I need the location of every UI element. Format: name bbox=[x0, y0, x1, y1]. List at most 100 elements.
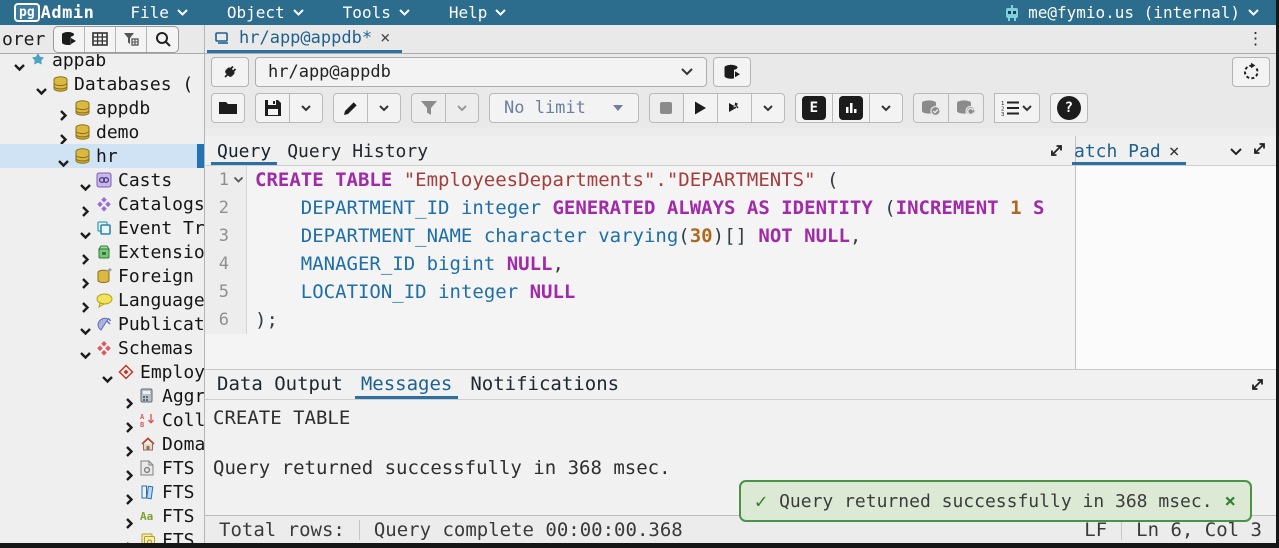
edit-dropdown-button[interactable] bbox=[367, 93, 401, 123]
macros-button[interactable]: 123 bbox=[994, 93, 1040, 123]
fold-gutter bbox=[231, 278, 247, 306]
tree-item-domains[interactable]: Domains bbox=[0, 432, 204, 456]
menu-object-label: Object bbox=[227, 3, 285, 22]
user-menu[interactable]: me@fymio.us (internal) bbox=[1003, 3, 1260, 22]
layout-menu-button[interactable]: ⋮ bbox=[1247, 25, 1264, 53]
query-toolbar: No limit E bbox=[205, 90, 1276, 128]
sql-editor[interactable]: 1CREATE TABLE "EmployeesDepartments"."DE… bbox=[205, 166, 1075, 369]
tab-scratch-pad[interactable]: atch Pad × bbox=[1072, 141, 1186, 165]
tab-query[interactable]: Query bbox=[211, 139, 277, 165]
open-file-button[interactable] bbox=[211, 93, 245, 123]
fold-gutter bbox=[231, 194, 247, 222]
save-button[interactable] bbox=[255, 93, 289, 123]
tree-item-languages[interactable]: Languages bbox=[0, 288, 204, 312]
expand-editor-button[interactable] bbox=[1048, 142, 1065, 159]
tree-item-label: FTS Templates bbox=[162, 530, 205, 544]
stop-icon bbox=[658, 100, 674, 116]
refresh-icon bbox=[1241, 62, 1261, 82]
save-dropdown-button[interactable] bbox=[289, 93, 323, 123]
pgadmin-logo-admin: Admin bbox=[41, 3, 95, 23]
database-rollback-icon bbox=[955, 99, 977, 117]
filter-dropdown-button[interactable] bbox=[445, 93, 479, 123]
explain-button[interactable]: E bbox=[795, 93, 832, 123]
line-number: 4 bbox=[205, 250, 231, 278]
filter-button[interactable] bbox=[116, 27, 147, 52]
tree-item-databases[interactable]: Databases ( bbox=[0, 72, 204, 96]
total-rows-label: Total rows: bbox=[205, 519, 359, 541]
tree-item-label: Aggregates bbox=[162, 386, 205, 407]
tree-item-appab[interactable]: appab bbox=[0, 54, 204, 72]
refresh-button[interactable] bbox=[1232, 57, 1270, 87]
code-text: LOCATION_ID integer NULL bbox=[247, 278, 575, 306]
execute-button[interactable] bbox=[683, 93, 717, 123]
tab-data-output[interactable]: Data Output bbox=[211, 373, 349, 399]
tree-item-appdb[interactable]: appdb bbox=[0, 96, 204, 120]
tree-item-collations[interactable]: ABCollations bbox=[0, 408, 204, 432]
tree-item-casts[interactable]: Casts bbox=[0, 168, 204, 192]
close-icon[interactable]: × bbox=[1169, 141, 1180, 162]
scratch-pad-body[interactable] bbox=[1076, 166, 1276, 369]
query-tool-tab[interactable]: hr/app@appdb* × bbox=[207, 25, 402, 53]
chevron-down-icon bbox=[762, 104, 774, 113]
tree-item-label: Foreign Data Wrappers bbox=[118, 266, 205, 287]
filter-button[interactable] bbox=[411, 93, 445, 123]
tree-item-fts-parsers[interactable]: AaFTS Parsers bbox=[0, 504, 204, 528]
tree-item-event-triggers[interactable]: Event Triggers bbox=[0, 216, 204, 240]
code-text: DEPARTMENT_NAME character varying(30)[] … bbox=[247, 222, 861, 250]
expand-scratch-pad-button[interactable] bbox=[1251, 140, 1268, 157]
tree-item-fts-templates[interactable]: FTS Templates bbox=[0, 528, 204, 543]
rollback-button[interactable] bbox=[948, 93, 984, 123]
commit-button[interactable] bbox=[913, 93, 948, 123]
menu-tools[interactable]: Tools bbox=[343, 3, 411, 22]
tab-query-history[interactable]: Query History bbox=[281, 139, 434, 165]
grid-button[interactable] bbox=[85, 27, 116, 52]
close-icon[interactable]: × bbox=[1225, 490, 1236, 512]
execute-dropdown-button[interactable] bbox=[751, 93, 785, 123]
menu-file[interactable]: File bbox=[130, 3, 189, 22]
close-icon[interactable]: × bbox=[380, 28, 390, 48]
tree-item-fts-configurations[interactable]: FTS Configurations bbox=[0, 456, 204, 480]
connection-status-button[interactable] bbox=[211, 57, 249, 87]
expand-icon bbox=[1048, 142, 1065, 159]
tree-item-label: FTS Dictionaries bbox=[162, 482, 205, 503]
tab-messages[interactable]: Messages bbox=[355, 373, 459, 399]
object-explorer-tree: appabDatabases (appdbdemohrCastsCatalogs… bbox=[0, 54, 205, 543]
help-button[interactable]: ? bbox=[1050, 93, 1088, 123]
new-connection-button[interactable] bbox=[54, 27, 85, 52]
pgadmin-logo: pg Admin bbox=[14, 3, 94, 23]
ftsparse-icon: Aa bbox=[140, 509, 158, 523]
tree-item-schemas[interactable]: Schemas bbox=[0, 336, 204, 360]
new-query-tool-button[interactable] bbox=[713, 57, 751, 87]
tree-item-hr[interactable]: hr bbox=[0, 144, 204, 168]
connection-select[interactable]: hr/app@appdb bbox=[255, 57, 707, 87]
tree-item-demo[interactable]: demo bbox=[0, 120, 204, 144]
code-text: MANAGER_ID bigint NULL, bbox=[247, 250, 564, 278]
execute-options-button[interactable] bbox=[717, 93, 751, 123]
expand-output-button[interactable] bbox=[1249, 376, 1266, 393]
chevron-down-icon bbox=[292, 8, 305, 17]
menu-object[interactable]: Object bbox=[227, 3, 305, 22]
tree-item-extensions[interactable]: Extensions bbox=[0, 240, 204, 264]
tree-item-fts-dictionaries[interactable]: FTS Dictionaries bbox=[0, 480, 204, 504]
db-icon bbox=[74, 124, 92, 141]
tab-notifications[interactable]: Notifications bbox=[464, 373, 625, 399]
explain-analyze-button[interactable] bbox=[832, 93, 869, 123]
editor-area: Query Query History 1CREATE TABLE "Emplo… bbox=[205, 136, 1276, 369]
tree-item-publications[interactable]: Publications bbox=[0, 312, 204, 336]
explain-dropdown-button[interactable] bbox=[869, 93, 903, 123]
menu-help[interactable]: Help bbox=[449, 3, 508, 22]
tree-item-label: Languages bbox=[118, 290, 205, 311]
edit-button[interactable] bbox=[333, 93, 367, 123]
fold-chevron-icon[interactable] bbox=[231, 166, 247, 194]
fold-gutter bbox=[231, 306, 247, 334]
tree-item-aggregates[interactable]: Aggregates bbox=[0, 384, 204, 408]
row-limit-select[interactable]: No limit bbox=[489, 93, 639, 123]
tree-item-catalogs[interactable]: Catalogs bbox=[0, 192, 204, 216]
scratch-pad-menu-button[interactable] bbox=[1229, 147, 1243, 157]
tree-item-label: Catalogs bbox=[118, 194, 205, 215]
stop-button[interactable] bbox=[649, 93, 683, 123]
tree-item-employeesdepartments[interactable]: EmployeesDepartments bbox=[0, 360, 204, 384]
tree-item-foreign-data-wrappers[interactable]: Foreign Data Wrappers bbox=[0, 264, 204, 288]
search-button[interactable] bbox=[147, 27, 178, 52]
query-tool-tabstrip: hr/app@appdb* × ⋮ bbox=[205, 25, 1276, 53]
